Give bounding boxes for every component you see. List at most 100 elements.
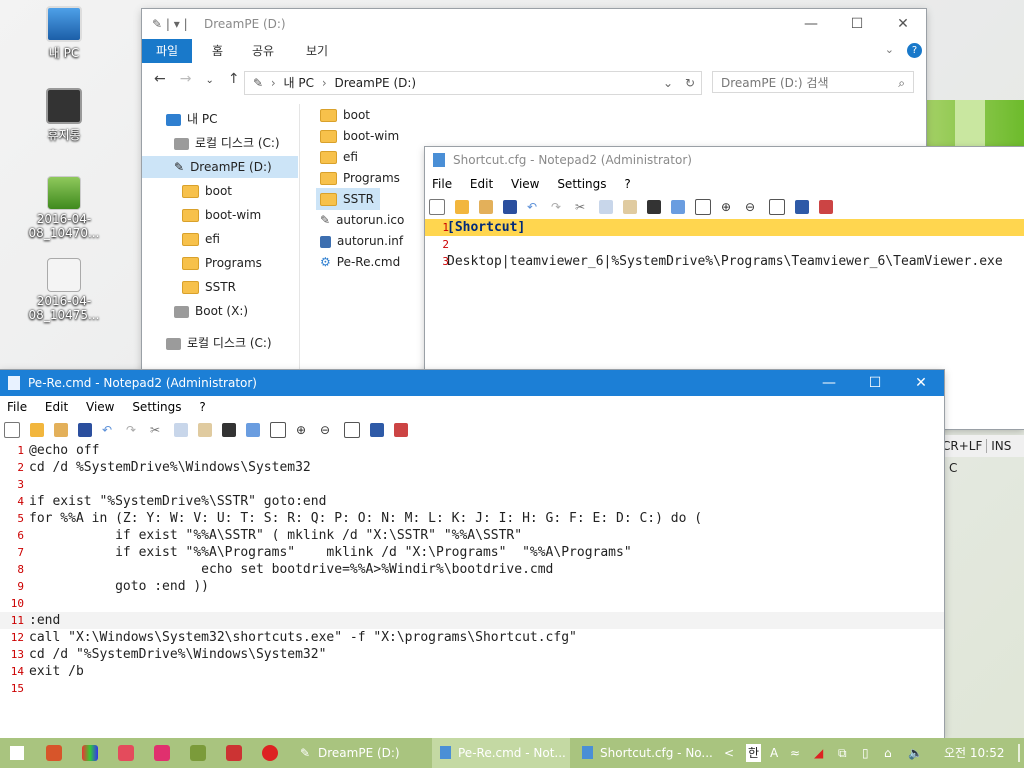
nav-item-boot[interactable]: boot — [182, 180, 232, 202]
close-button[interactable]: ✕ — [880, 9, 926, 39]
search-input[interactable]: DreamPE (D:) 검색 ⌕ — [712, 71, 914, 93]
zoom-out-icon[interactable]: ⊖ — [745, 200, 759, 214]
copy-icon[interactable] — [599, 200, 613, 214]
taskbar-item-shortcut[interactable]: Shortcut.cfg - No... — [574, 738, 713, 768]
scheme-icon[interactable] — [769, 199, 785, 215]
redo-icon[interactable]: ↷ — [126, 423, 140, 437]
notepad-main-titlebar[interactable]: Pe-Re.cmd - Notepad2 (Administrator) — ☐… — [0, 370, 944, 396]
file-item-pe-re-cmd[interactable]: ⚙ Pe-Re.cmd — [320, 251, 400, 273]
zoom-out-icon[interactable]: ⊖ — [320, 423, 334, 437]
close-button[interactable]: ✕ — [898, 370, 944, 396]
tray-overflow-icon[interactable]: < — [724, 738, 734, 768]
file-item-sstr[interactable]: SSTR — [316, 188, 380, 210]
volume-icon[interactable]: 🔈 — [908, 738, 923, 768]
ime-indicator[interactable]: 한 — [746, 744, 762, 762]
menu-edit[interactable]: Edit — [470, 177, 493, 191]
app-icon-5[interactable] — [190, 745, 206, 761]
tab-file[interactable]: 파일 — [142, 39, 193, 63]
usb-icon[interactable]: ▯ — [862, 738, 869, 768]
replace-icon[interactable] — [671, 200, 685, 214]
search-icon[interactable]: ⌕ — [898, 72, 905, 94]
exit-icon[interactable] — [394, 423, 408, 437]
maximize-button[interactable]: ☐ — [852, 370, 898, 396]
desktop-icon-my-pc[interactable]: 내 PC — [4, 6, 124, 61]
find-icon[interactable] — [222, 423, 236, 437]
app-icon-2[interactable] — [82, 745, 98, 761]
cut-icon[interactable]: ✂ — [150, 423, 164, 437]
app-icon-7[interactable] — [262, 745, 278, 761]
tab-home[interactable]: 홈 — [212, 39, 223, 63]
menu-settings[interactable]: Settings — [557, 177, 606, 191]
menu-settings[interactable]: Settings — [132, 400, 181, 414]
wordwrap-icon[interactable] — [270, 422, 286, 438]
desktop-icon-screenshot-2[interactable]: 2016-04-08_10475... — [4, 258, 124, 322]
chevron-down-icon[interactable]: ⌄ — [885, 43, 894, 56]
nav-item-my-pc[interactable]: 내 PC — [166, 108, 217, 130]
nav-item-local-disk-c[interactable]: 로컬 디스크 (C:) — [174, 132, 280, 154]
menu-edit[interactable]: Edit — [45, 400, 68, 414]
browse-icon[interactable] — [479, 200, 493, 214]
file-item-boot-wim[interactable]: boot-wim — [320, 125, 399, 147]
find-icon[interactable] — [647, 200, 661, 214]
nav-item-local-disk-c-2[interactable]: 로컬 디스크 (C:) — [166, 332, 272, 354]
recent-chevron-icon[interactable]: ⌄ — [205, 75, 227, 86]
open-folder-icon[interactable] — [30, 423, 44, 437]
exit-icon[interactable] — [819, 200, 833, 214]
save-icon[interactable] — [78, 423, 92, 437]
minimize-button[interactable]: — — [788, 9, 834, 39]
zoom-in-icon[interactable]: ⊕ — [296, 423, 310, 437]
address-bar[interactable]: ✎ › 내 PC › DreamPE (D:) ⌄ ↻ — [244, 71, 702, 95]
show-desktop-button[interactable] — [1018, 744, 1020, 762]
menu-view[interactable]: View — [86, 400, 114, 414]
customize-icon[interactable] — [795, 200, 809, 214]
customize-icon[interactable] — [370, 423, 384, 437]
file-item-autorun-ico[interactable]: ✎ autorun.ico — [320, 209, 404, 231]
app-icon-1[interactable] — [46, 745, 62, 761]
app-icon-6[interactable] — [226, 745, 242, 761]
breadcrumb-my-pc[interactable]: 내 PC — [284, 76, 314, 90]
notepad-shortcut-titlebar[interactable]: Shortcut.cfg - Notepad2 (Administrator) — [425, 147, 1024, 173]
save-icon[interactable] — [503, 200, 517, 214]
copy-icon[interactable] — [174, 423, 188, 437]
file-item-boot[interactable]: boot — [320, 104, 370, 126]
desktop-icon-recycle-bin[interactable]: 휴지통 — [4, 88, 124, 143]
file-item-programs[interactable]: Programs — [320, 167, 400, 189]
forward-icon[interactable]: → — [180, 71, 206, 87]
taskbar-item-explorer[interactable]: ✎ DreamPE (D:) — [292, 738, 428, 768]
nav-item-boot-x[interactable]: Boot (X:) — [174, 300, 248, 322]
paste-icon[interactable] — [198, 423, 212, 437]
menu-view[interactable]: View — [511, 177, 539, 191]
file-item-autorun-inf[interactable]: autorun.inf — [320, 230, 403, 252]
editor[interactable]: 1 [Shortcut] 2 3 Desktop|teamviewer_6|%Sys… — [425, 219, 1024, 270]
help-icon[interactable]: ? — [907, 43, 922, 58]
app-tray-icon[interactable]: ◢ — [814, 738, 823, 768]
tab-share[interactable]: 공유 — [252, 39, 274, 63]
menu-help[interactable]: ? — [624, 177, 630, 191]
new-file-icon[interactable] — [429, 199, 445, 215]
editor[interactable]: 1 @echo off 2 cd /d %SystemDrive%\Windows\S… — [0, 442, 944, 697]
replace-icon[interactable] — [246, 423, 260, 437]
zoom-in-icon[interactable]: ⊕ — [721, 200, 735, 214]
back-icon[interactable]: ← — [154, 71, 180, 87]
breadcrumb-drive[interactable]: DreamPE (D:) — [334, 76, 416, 90]
cut-icon[interactable]: ✂ — [575, 200, 589, 214]
action-center-icon[interactable]: ⌂ — [884, 738, 892, 768]
browse-icon[interactable] — [54, 423, 68, 437]
input-icon[interactable]: ≈ — [790, 738, 800, 768]
address-dropdown-icon[interactable]: ⌄ — [663, 72, 673, 94]
taskbar-item-pe-re[interactable]: Pe-Re.cmd - Not... — [432, 738, 570, 768]
ime-mode-icon[interactable]: A — [770, 738, 778, 768]
desktop-icon-screenshot-1[interactable]: 2016-04-08_10470... — [4, 176, 124, 240]
paste-icon[interactable] — [623, 200, 637, 214]
file-item-efi[interactable]: efi — [320, 146, 358, 168]
network-icon[interactable]: ⧉ — [838, 738, 847, 768]
tab-view[interactable]: 보기 — [306, 39, 328, 63]
explorer-titlebar[interactable]: ✎ | ▾ | DreamPE (D:) — ☐ ✕ — [142, 9, 926, 39]
clock[interactable]: 오전 10:52 — [944, 738, 1004, 768]
nav-item-sstr[interactable]: SSTR — [182, 276, 236, 298]
minimize-button[interactable]: — — [806, 370, 852, 396]
nav-item-programs[interactable]: Programs — [182, 252, 262, 274]
new-file-icon[interactable] — [4, 422, 20, 438]
undo-icon[interactable]: ↶ — [527, 200, 541, 214]
menu-file[interactable]: File — [7, 400, 27, 414]
